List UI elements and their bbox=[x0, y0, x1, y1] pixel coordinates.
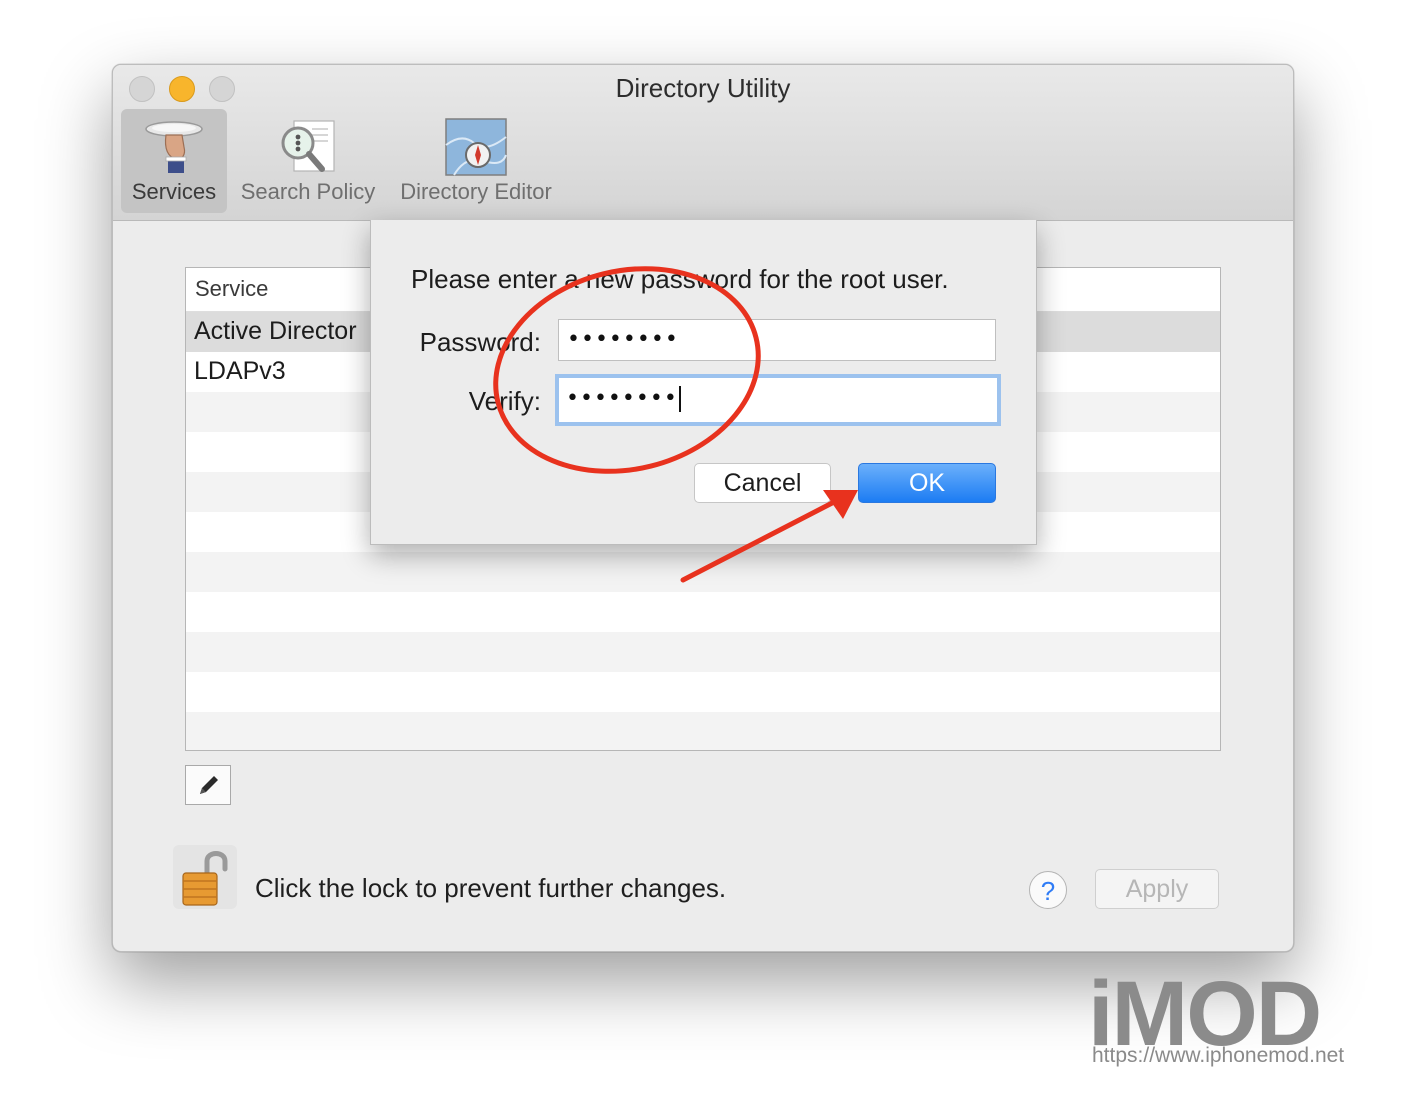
titlebar: Directory Utility Services Search Policy… bbox=[113, 65, 1293, 221]
dialog-message: Please enter a new password for the root… bbox=[411, 264, 949, 294]
verify-label: Verify: bbox=[468, 386, 541, 416]
password-field[interactable]: •••••••• bbox=[558, 319, 996, 361]
root-password-dialog: Please enter a new password for the root… bbox=[370, 220, 1037, 545]
window-title: Directory Utility bbox=[615, 73, 791, 103]
verify-password-value: •••••••• bbox=[566, 386, 678, 411]
unlocked-padlock-icon bbox=[182, 851, 228, 906]
directory-editor-icon bbox=[445, 118, 507, 176]
toolbar-search-policy[interactable]: Search Policy bbox=[235, 109, 381, 213]
toolbar-services-label: Services bbox=[131, 179, 217, 204]
help-button[interactable]: ? bbox=[1029, 871, 1067, 909]
lock-status-text: Click the lock to prevent further change… bbox=[255, 873, 727, 903]
toolbar-directory-editor[interactable]: Directory Editor bbox=[391, 109, 561, 213]
table-row-empty bbox=[186, 552, 1220, 592]
verify-password-field[interactable]: •••••••• bbox=[555, 374, 1001, 426]
cancel-button[interactable]: Cancel bbox=[694, 463, 831, 503]
services-icon bbox=[145, 121, 203, 173]
toolbar-directory-editor-label: Directory Editor bbox=[400, 179, 552, 204]
password-label: Password: bbox=[419, 327, 541, 357]
table-row-empty bbox=[186, 672, 1220, 712]
ok-button[interactable]: OK bbox=[858, 463, 996, 503]
search-policy-icon bbox=[281, 120, 335, 172]
lock-button[interactable] bbox=[173, 845, 237, 909]
pencil-icon bbox=[200, 776, 218, 794]
table-row-empty bbox=[186, 632, 1220, 672]
toolbar-services[interactable]: Services bbox=[121, 109, 227, 213]
apply-button[interactable]: Apply bbox=[1095, 869, 1219, 909]
toolbar-search-policy-label: Search Policy bbox=[240, 179, 376, 204]
watermark-url: https://www.iphonemod.net bbox=[1092, 1044, 1345, 1067]
table-row-empty bbox=[186, 712, 1220, 750]
table-row-empty bbox=[186, 592, 1220, 632]
edit-service-button[interactable] bbox=[185, 765, 231, 805]
text-cursor bbox=[678, 386, 681, 412]
